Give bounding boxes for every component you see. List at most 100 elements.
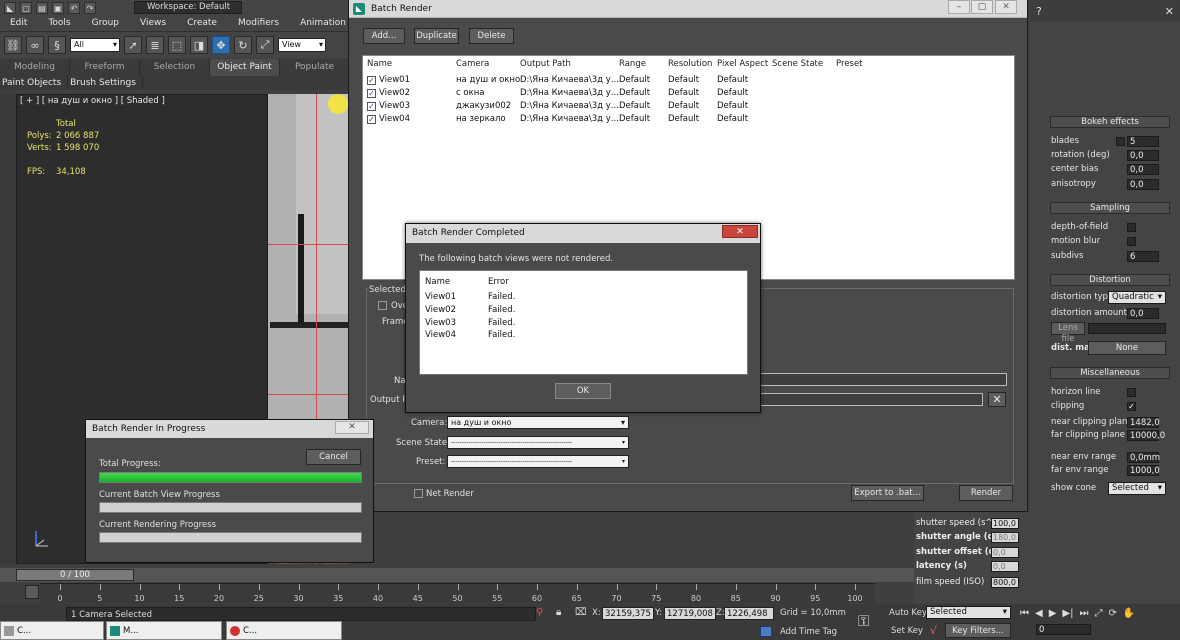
far-clip-field[interactable]: 10000,0	[1127, 430, 1165, 441]
subtab-brush-settings[interactable]: Brush Settings	[68, 76, 143, 90]
latency-field[interactable]: 0,0	[991, 561, 1019, 572]
row-name[interactable]: View02	[379, 88, 410, 98]
subtab-paint-objects[interactable]: Paint Objects	[0, 76, 69, 90]
cancel-button[interactable]: Cancel	[306, 449, 361, 465]
timeline-ruler[interactable]: 0 5 10 15 20 25 30 35 40 45 50 55 60 65 70 75 80 85 90 95 10…	[40, 583, 875, 603]
undo-icon[interactable]: ↶	[68, 2, 80, 14]
absolute-mode-icon[interactable]: ⌧	[575, 607, 587, 618]
z-coordinate-field[interactable]: 1226,498	[724, 607, 774, 620]
move-icon[interactable]: ✥	[212, 36, 230, 54]
bind-spacewarp-icon[interactable]: §	[48, 36, 66, 54]
clear-path-icon[interactable]: ✕	[988, 392, 1006, 407]
distortion-amount-field[interactable]: 0,0	[1127, 308, 1159, 319]
link-icon[interactable]: ⛓	[4, 36, 22, 54]
rotate-icon[interactable]: ↻	[234, 36, 252, 54]
window-crossing-icon[interactable]: ◨	[190, 36, 208, 54]
save-icon[interactable]: ▣	[52, 2, 64, 14]
set-key-button[interactable]: Set Key	[891, 625, 923, 638]
ok-button[interactable]: OK	[555, 383, 611, 399]
show-cone-combo[interactable]: Selected	[1108, 482, 1166, 495]
tab-modeling[interactable]: Modeling	[0, 59, 70, 76]
redo-icon[interactable]: ↷	[84, 2, 96, 14]
rollout-sampling[interactable]: Sampling	[1050, 202, 1170, 214]
time-slider-thumb[interactable]: 0 / 100	[16, 569, 134, 581]
row-enabled-checkbox[interactable]: ✓	[367, 89, 376, 98]
row-enabled-checkbox[interactable]: ✓	[367, 76, 376, 85]
key-mode-icon[interactable]: √	[930, 624, 937, 637]
col-output-path[interactable]: Output Path	[520, 59, 571, 69]
distortion-type-combo[interactable]: Quadratic	[1108, 291, 1166, 304]
minimize-button[interactable]: –	[948, 0, 970, 14]
progress-close-button[interactable]: ✕	[335, 421, 369, 434]
col-resolution[interactable]: Resolution	[668, 59, 712, 69]
row-enabled-checkbox[interactable]: ✓	[367, 102, 376, 111]
lock-selection-icon[interactable]: 🔒︎	[556, 607, 561, 618]
orbit-icon[interactable]: ⟳	[1108, 608, 1116, 619]
menu-group[interactable]: Group	[82, 16, 130, 31]
camera-combo[interactable]: на душ и окно	[447, 416, 629, 429]
row-name[interactable]: View03	[379, 101, 410, 111]
key-set-combo[interactable]: Selected	[926, 606, 1011, 619]
menu-animation[interactable]: Animation	[290, 16, 357, 31]
col-preset[interactable]: Preset	[836, 59, 863, 69]
isolate-icon[interactable]: ⚲	[536, 607, 543, 618]
key-filters-button[interactable]: Key Filters...	[945, 623, 1011, 638]
selection-filter-combo[interactable]: All	[70, 38, 120, 52]
override-checkbox[interactable]	[378, 301, 387, 310]
anisotropy-field[interactable]: 0,0	[1127, 179, 1159, 190]
select-by-name-icon[interactable]: ≣	[146, 36, 164, 54]
taskbar-item-max[interactable]: M...	[106, 621, 222, 640]
new-file-icon[interactable]: ▢	[20, 2, 32, 14]
preset-combo[interactable]: ----------------------------------------…	[447, 455, 629, 468]
near-env-field[interactable]: 0,0mm	[1127, 452, 1160, 463]
film-speed-field[interactable]: 800,0	[991, 577, 1019, 588]
close-icon[interactable]: ✕	[1165, 5, 1174, 18]
key-icon[interactable]: ⚿	[858, 612, 869, 630]
menu-edit[interactable]: Edit	[0, 16, 38, 31]
menu-modifiers[interactable]: Modifiers	[228, 16, 290, 31]
workspace-selector[interactable]: Workspace: Default	[134, 1, 242, 14]
tab-freeform[interactable]: Freeform	[70, 59, 140, 76]
zoom-extents-icon[interactable]: ⤢	[1094, 608, 1102, 619]
dialog-close-button[interactable]: ✕	[722, 225, 758, 238]
lens-file-button[interactable]: Lens file	[1051, 322, 1085, 344]
rotation-field[interactable]: 0,0	[1127, 150, 1159, 161]
open-folder-icon[interactable]: ▤	[36, 2, 48, 14]
tab-populate[interactable]: Populate	[280, 59, 350, 76]
view-name-field[interactable]	[760, 373, 1007, 386]
add-time-tag-button[interactable]: Add Time Tag	[780, 626, 837, 639]
render-button[interactable]: Render	[959, 485, 1013, 501]
play-icon[interactable]: ▶	[1049, 608, 1057, 619]
blades-checkbox[interactable]	[1116, 137, 1125, 146]
time-tag-icon[interactable]	[760, 626, 772, 637]
row-name[interactable]: View04	[379, 114, 410, 124]
menu-views[interactable]: Views	[130, 16, 177, 31]
taskbar-item-1[interactable]: C...	[0, 621, 104, 640]
menu-tools[interactable]: Tools	[38, 16, 81, 31]
taskbar-item-3[interactable]: C...	[226, 621, 342, 640]
go-to-start-icon[interactable]: ⏮	[1020, 608, 1029, 619]
col-error[interactable]: Error	[488, 277, 509, 287]
current-frame-field[interactable]: 0	[1036, 624, 1091, 635]
far-env-field[interactable]: 1000,0	[1127, 465, 1160, 476]
tab-selection[interactable]: Selection	[140, 59, 210, 76]
col-pixel-aspect[interactable]: Pixel Aspect	[717, 59, 768, 69]
duplicate-button[interactable]: Duplicate	[414, 28, 459, 44]
subdivs-field[interactable]: 6	[1127, 251, 1159, 262]
tab-object-paint[interactable]: Object Paint	[210, 59, 280, 76]
motion-blur-checkbox[interactable]	[1127, 237, 1136, 246]
output-path-field[interactable]	[760, 393, 983, 406]
rollout-distortion[interactable]: Distortion	[1050, 274, 1170, 286]
col-name[interactable]: Name	[367, 59, 392, 69]
horizon-line-checkbox[interactable]	[1127, 388, 1136, 397]
rollout-bokeh-effects[interactable]: Bokeh effects	[1050, 116, 1170, 128]
scene-state-combo[interactable]: ----------------------------------------…	[447, 436, 629, 449]
center-bias-field[interactable]: 0,0	[1127, 164, 1159, 175]
col-name[interactable]: Name	[425, 277, 450, 287]
unlink-icon[interactable]: ∞	[26, 36, 44, 54]
field-of-view-icon[interactable]: ✋	[1123, 608, 1135, 619]
rect-selection-icon[interactable]: ⬚	[168, 36, 186, 54]
auto-key-button[interactable]: Auto Key	[889, 607, 927, 620]
select-object-icon[interactable]: ➚	[124, 36, 142, 54]
close-button[interactable]: ✕	[995, 0, 1017, 14]
